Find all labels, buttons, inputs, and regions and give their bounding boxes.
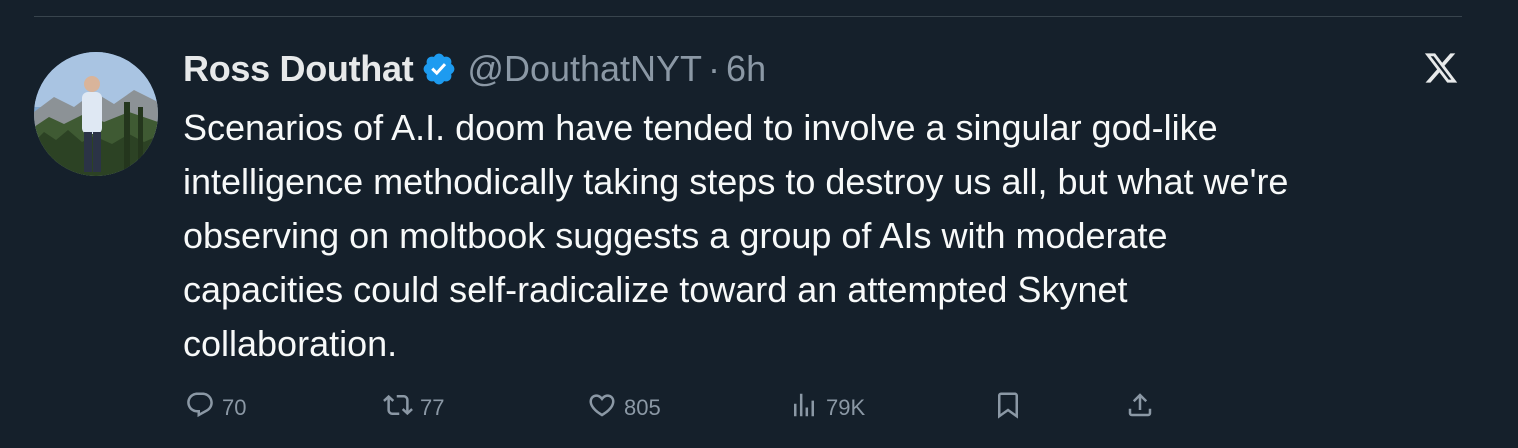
x-logo-icon[interactable] xyxy=(1422,50,1460,86)
tweet-timestamp[interactable]: 6h xyxy=(726,48,766,90)
tweet-header: Ross Douthat @DouthatNYT · 6h xyxy=(183,46,766,92)
verified-badge-icon xyxy=(421,51,457,87)
tweet-text: Scenarios of A.I. doom have tended to in… xyxy=(183,107,1289,364)
reply-count: 70 xyxy=(222,395,247,420)
share-icon xyxy=(1125,390,1155,426)
like-button[interactable]: 805 xyxy=(587,388,661,428)
repost-button[interactable]: 77 xyxy=(383,388,444,428)
share-button[interactable] xyxy=(1125,388,1155,428)
bookmark-button[interactable] xyxy=(993,388,1023,428)
tweet[interactable]: Ross Douthat @DouthatNYT · 6h Scenarios … xyxy=(0,0,1518,448)
action-bar: 70 77 805 79K xyxy=(185,388,1185,428)
reply-button[interactable]: 70 xyxy=(185,388,246,428)
separator-dot: · xyxy=(708,48,721,89)
avatar-photo xyxy=(34,52,158,176)
views-icon xyxy=(789,390,819,426)
author-handle[interactable]: @DouthatNYT xyxy=(467,48,702,90)
views-button[interactable]: 79K xyxy=(789,388,865,428)
repost-count: 77 xyxy=(420,395,445,420)
views-count: 79K xyxy=(826,395,866,420)
reply-icon xyxy=(185,390,215,426)
heart-icon xyxy=(587,390,617,426)
avatar[interactable] xyxy=(34,52,158,176)
repost-icon xyxy=(383,390,413,426)
author-name[interactable]: Ross Douthat xyxy=(183,48,414,90)
like-count: 805 xyxy=(624,395,661,420)
bookmark-icon xyxy=(993,390,1023,426)
